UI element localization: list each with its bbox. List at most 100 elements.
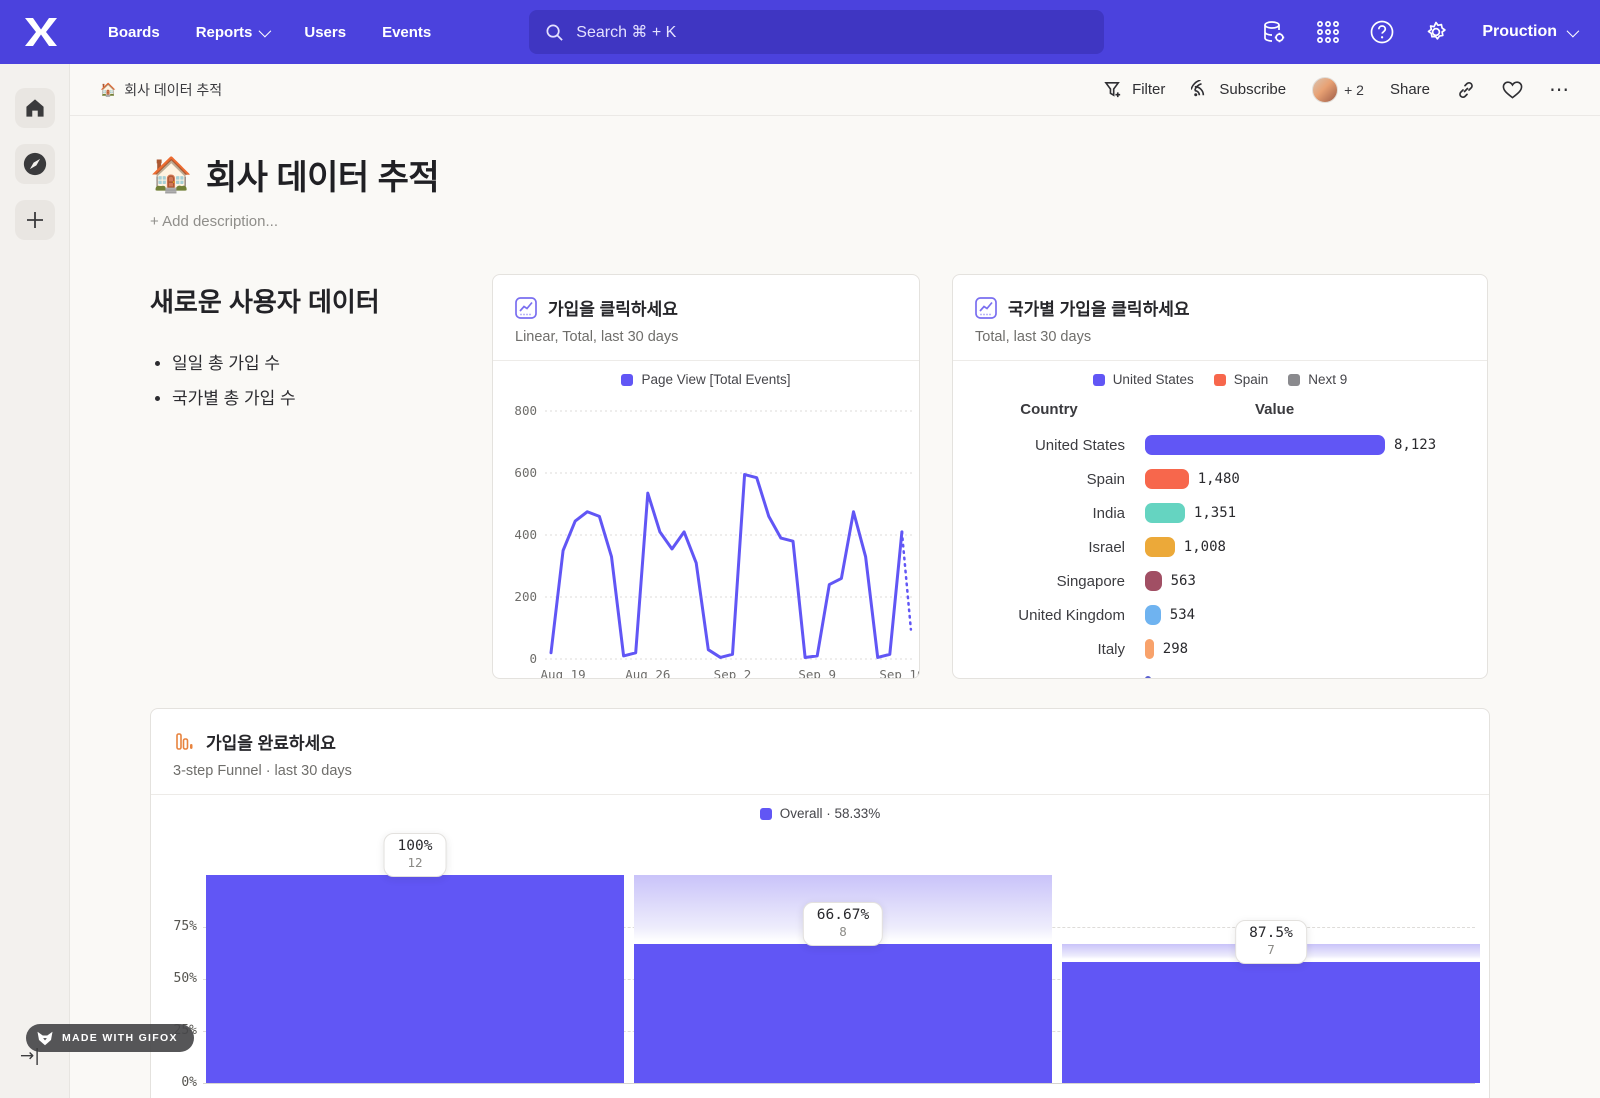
country-value: 563 (1171, 573, 1196, 589)
table-row[interactable]: Israel1,008 (953, 530, 1487, 564)
rss-icon (1191, 80, 1210, 99)
line-series (551, 475, 902, 658)
link-icon (1456, 80, 1476, 100)
card-title: 가입을 클릭하세요 (548, 295, 678, 320)
funnel-bar-fill (1062, 962, 1480, 1083)
country-bar (1145, 435, 1385, 455)
nav-label: Events (382, 24, 431, 41)
divider (953, 360, 1487, 361)
table-row[interactable]: Singapore 563 (953, 564, 1487, 598)
table-row[interactable]: India1,351 (953, 496, 1487, 530)
avatar (1312, 77, 1338, 103)
funnel-step-tooltip: 100%12 (384, 833, 447, 877)
y-axis-tick: 50% (151, 971, 197, 986)
country-label: Singapore (953, 573, 1125, 590)
country-label: India (953, 505, 1125, 522)
country-bar (1145, 571, 1162, 591)
text-widget[interactable]: 새로운 사용자 데이터 일일 총 가입 수 국가별 총 가입 수 (150, 274, 460, 679)
settings-gear-icon[interactable] (1414, 10, 1458, 54)
y-axis-tick: 75% (151, 919, 197, 934)
share-label: Share (1390, 81, 1430, 98)
country-bar (1145, 503, 1185, 523)
country-value: 1,480 (1198, 471, 1240, 487)
funnel-step-bar[interactable] (1062, 944, 1480, 1083)
funnel-step-tooltip: 66.67%8 (803, 902, 883, 946)
x-axis-tick: Sep 2 (714, 667, 752, 679)
card-title: 가입을 완료하세요 (206, 729, 336, 754)
page-title-text: 회사 데이터 추적 (206, 150, 439, 199)
divider (493, 360, 919, 361)
step-conversion-pct: 100% (398, 838, 433, 854)
collapse-sidebar-icon[interactable]: →| (20, 1046, 40, 1066)
table-row[interactable]: Italy298 (953, 632, 1487, 666)
help-icon[interactable] (1360, 10, 1404, 54)
mixpanel-logo[interactable] (24, 17, 58, 47)
table-row[interactable]: United States8,123 (953, 428, 1487, 462)
page-title-emoji: 🏠 (150, 155, 192, 195)
step-count: 7 (1249, 942, 1293, 957)
project-name: Prouction (1482, 23, 1557, 41)
funnel-step-tooltip: 87.5%7 (1235, 920, 1307, 964)
nav-item-events[interactable]: Events (368, 14, 445, 51)
heart-icon (1502, 80, 1523, 100)
nav-item-boards[interactable]: Boards (94, 14, 174, 51)
line-chart-legend: Page View [Total Events] (493, 372, 919, 387)
step-count: 12 (398, 855, 433, 870)
breadcrumb-title: 회사 데이터 추적 (124, 80, 222, 100)
y-axis-tick: 200 (514, 589, 537, 604)
nav-item-users[interactable]: Users (290, 14, 360, 51)
more-menu-button[interactable]: ⋯ (1549, 77, 1570, 102)
project-switcher[interactable]: Prouction (1482, 23, 1576, 41)
funnel-step-bar[interactable] (206, 875, 624, 1083)
line-chart-plot[interactable]: 0200400600800Aug 19Aug 26Sep 2Sep 9Sep 1… (493, 387, 920, 679)
breadcrumb[interactable]: 🏠 회사 데이터 추적 (100, 80, 222, 100)
chevron-down-icon (259, 24, 272, 37)
apps-grid-icon[interactable] (1306, 10, 1350, 54)
legend-item[interactable]: Next 9 (1288, 372, 1347, 387)
country-label: United Kingdom (953, 607, 1125, 624)
country-bar (1145, 605, 1161, 625)
legend-label: Page View [Total Events] (641, 372, 790, 387)
add-description-button[interactable]: + Add description... (150, 213, 1570, 230)
filter-button[interactable]: Filter (1104, 80, 1165, 99)
legend-item[interactable]: Spain (1214, 372, 1269, 387)
board-toolbar: 🏠 회사 데이터 추적 Filter Subscribe + 2 Share (70, 64, 1600, 116)
x-axis-tick: Sep 16 (879, 667, 920, 679)
country-value: 8,123 (1394, 437, 1436, 453)
nav-label: Boards (108, 24, 160, 41)
table-row[interactable]: Spain1,480 (953, 462, 1487, 496)
legend-label: Next 9 (1308, 372, 1347, 387)
copy-link-button[interactable] (1456, 80, 1476, 100)
share-button[interactable]: Share (1390, 81, 1430, 98)
nav-item-reports[interactable]: Reports (182, 14, 283, 51)
discover-button[interactable] (15, 144, 55, 184)
country-value: 298 (1163, 641, 1188, 657)
table-row-partial (953, 666, 1487, 679)
funnel-bar-fill (634, 944, 1052, 1083)
card-title: 국가별 가입을 클릭하세요 (1008, 295, 1190, 320)
funnel-card[interactable]: 가입을 완료하세요 3-step Funnel · last 30 days O… (150, 708, 1490, 1098)
country-bar-card[interactable]: 국가별 가입을 클릭하세요 Total, last 30 days United… (952, 274, 1488, 679)
favorite-button[interactable] (1502, 80, 1523, 100)
line-chart-card[interactable]: 가입을 클릭하세요 Linear, Total, last 30 days Pa… (492, 274, 920, 679)
funnel-bar-fill (206, 875, 624, 1083)
subscribe-button[interactable]: Subscribe (1191, 80, 1286, 99)
search-input[interactable]: Search ⌘ + K (529, 10, 1104, 54)
collaborators[interactable]: + 2 (1312, 77, 1364, 103)
table-row[interactable]: United Kingdom534 (953, 598, 1487, 632)
funnel-legend: Overall · 58.33% (151, 806, 1489, 821)
card-subtitle: Linear, Total, last 30 days (515, 329, 897, 345)
legend-swatch (1093, 374, 1105, 386)
x-axis-tick: Aug 26 (625, 667, 670, 679)
subscribe-label: Subscribe (1219, 81, 1286, 98)
data-management-icon[interactable] (1252, 10, 1296, 54)
country-bar (1145, 639, 1154, 659)
legend-item[interactable]: United States (1093, 372, 1194, 387)
home-button[interactable] (15, 88, 55, 128)
add-board-button[interactable] (15, 200, 55, 240)
search-placeholder: Search ⌘ + K (576, 22, 676, 42)
compass-icon (22, 151, 48, 177)
y-axis-tick: 0% (151, 1075, 197, 1090)
nav-label: Reports (196, 24, 253, 41)
funnel-plot[interactable]: 75%50%25%0%100%1266.67%887.5%7 (151, 825, 1489, 1098)
